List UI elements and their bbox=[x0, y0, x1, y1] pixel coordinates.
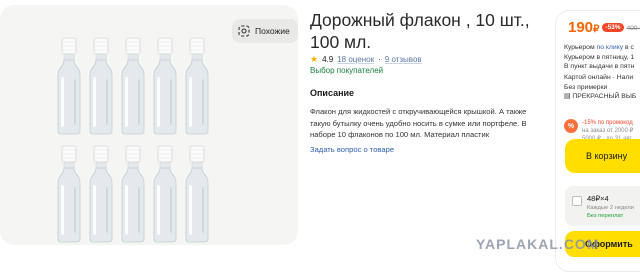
discount-badge: -53% bbox=[602, 23, 624, 32]
product-photo bbox=[56, 37, 210, 243]
add-to-cart-button[interactable]: В корзину bbox=[565, 139, 640, 173]
split-checkbox[interactable] bbox=[572, 196, 582, 206]
payment-methods: Картой онлайн · Нали bbox=[564, 74, 634, 81]
bottle-icon bbox=[89, 37, 113, 135]
bottle-icon bbox=[121, 37, 145, 135]
price: 190₽ bbox=[568, 19, 599, 36]
price-row: 190₽ -53% 400 ₽ bbox=[568, 19, 640, 36]
promo-condition: на заказ от 2000 ₽ bbox=[582, 128, 634, 134]
camera-search-icon bbox=[238, 25, 250, 37]
payment-info: Картой онлайн · Нали Без примерки ▤ ПРЕК… bbox=[564, 73, 640, 102]
price-value: 190 bbox=[568, 19, 594, 36]
bottle-icon bbox=[153, 37, 177, 135]
split-schedule: Каждые 2 недели bbox=[587, 205, 635, 211]
no-fitting: Без примерки bbox=[564, 83, 608, 91]
product-page: Похожие Дорожный флакон , 10 шт., 100 мл… bbox=[0, 0, 640, 275]
product-title: Дорожный флакон , 10 шт., 100 мл. bbox=[310, 10, 530, 52]
star-icon: ★ bbox=[310, 54, 319, 64]
description-heading: Описание bbox=[310, 88, 355, 98]
delivery-courier-friday: Курьером в пятницу, 1 bbox=[564, 53, 635, 61]
bottle-icon bbox=[57, 145, 81, 243]
description-text: Флакон для жидкостей с откручивающейся к… bbox=[310, 107, 527, 139]
delivery-pickup: В пункт выдачи в пятн bbox=[564, 63, 635, 70]
ratings-count-link[interactable]: 18 оценок bbox=[337, 55, 374, 64]
rating-separator: · bbox=[378, 55, 381, 64]
split-payment-option[interactable]: 48₽×4 Каждые 2 недели Без переплат bbox=[565, 186, 640, 226]
old-price: 400 ₽ bbox=[626, 24, 640, 32]
bottle-icon bbox=[121, 145, 145, 243]
split-no-overpay: Без переплат bbox=[587, 213, 624, 219]
percent-icon: % bbox=[564, 119, 578, 133]
delivery-options: Курьером по клику в с Курьером в пятницу… bbox=[564, 43, 640, 72]
rating-line: ★ 4.9 18 оценок · 9 отзывов bbox=[310, 54, 422, 65]
bottle-row bbox=[56, 145, 210, 243]
ask-question-link[interactable]: Задать вопрос о товаре bbox=[310, 145, 394, 154]
seller-rating-label: ПРЕКРАСНЫЙ ВЫБ bbox=[572, 93, 637, 100]
rating-value: 4.9 bbox=[322, 55, 334, 64]
delivery-1-suffix: в с bbox=[623, 44, 634, 51]
bottle-row bbox=[56, 37, 210, 135]
similar-button-label: Похожие bbox=[255, 26, 290, 36]
delivery-1-prefix: Курьером bbox=[564, 44, 597, 51]
bottle-icon bbox=[153, 145, 177, 243]
bottle-icon bbox=[185, 145, 209, 243]
delivery-click-link[interactable]: по клику bbox=[597, 44, 624, 51]
bottle-icon bbox=[89, 145, 113, 243]
purchase-card: 190₽ -53% 400 ₽ Курьером по клику в с Ку… bbox=[555, 10, 640, 272]
reviews-link[interactable]: 9 отзывов bbox=[385, 55, 422, 64]
bottle-icon bbox=[185, 37, 209, 135]
delivery-courier-click: Курьером по клику в с bbox=[564, 43, 640, 53]
seller-rating: ▤ ПРЕКРАСНЫЙ ВЫБ bbox=[564, 92, 640, 102]
currency: ₽ bbox=[593, 24, 600, 35]
product-gallery[interactable]: Похожие bbox=[0, 5, 298, 245]
watermark: YAPLAKAL.COM bbox=[476, 236, 600, 252]
bottle-icon bbox=[57, 37, 81, 135]
buyers-choice-badge: Выбор покупателей bbox=[310, 66, 384, 75]
split-price: 48₽×4 bbox=[587, 194, 609, 203]
similar-button[interactable]: Похожие bbox=[232, 19, 298, 43]
promo-title: -15% по промокод bbox=[582, 120, 633, 126]
